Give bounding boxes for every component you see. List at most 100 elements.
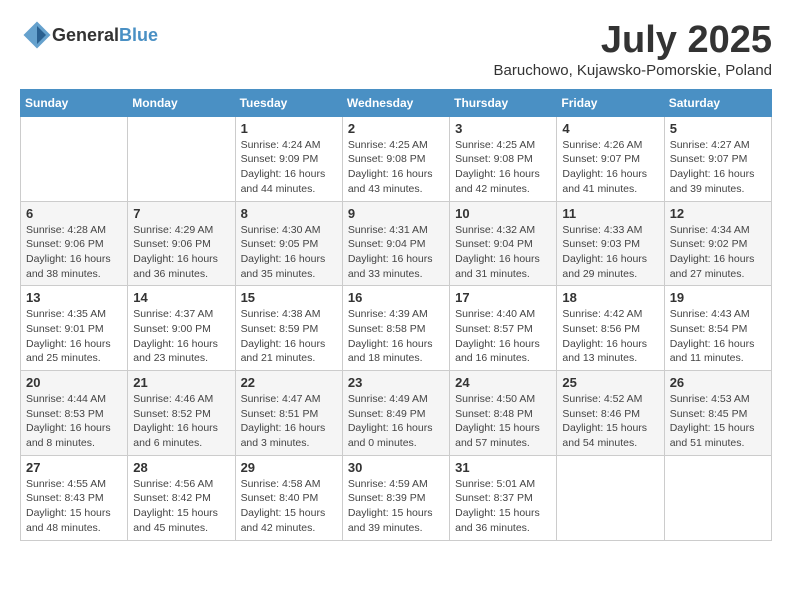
calendar-cell: 22 Sunrise: 4:47 AM Sunset: 8:51 PM Dayli… <box>235 371 342 456</box>
calendar-cell <box>128 116 235 201</box>
calendar-week-row: 20 Sunrise: 4:44 AM Sunset: 8:53 PM Dayli… <box>21 371 772 456</box>
calendar-week-row: 27 Sunrise: 4:55 AM Sunset: 8:43 PM Dayli… <box>21 455 772 540</box>
calendar-cell: 16 Sunrise: 4:39 AM Sunset: 8:58 PM Dayli… <box>342 286 449 371</box>
calendar-cell: 12 Sunrise: 4:34 AM Sunset: 9:02 PM Dayli… <box>664 201 771 286</box>
day-number: 10 <box>455 206 551 221</box>
calendar-cell: 6Sunrise: 4:28 AM Sunset: 9:06 PM Daylig… <box>21 201 128 286</box>
day-detail: Sunrise: 4:55 AM Sunset: 8:43 PM Dayligh… <box>26 477 122 536</box>
calendar-week-row: 1Sunrise: 4:24 AM Sunset: 9:09 PM Daylig… <box>21 116 772 201</box>
day-number: 25 <box>562 375 658 390</box>
calendar-cell: 9 Sunrise: 4:31 AM Sunset: 9:04 PM Daylig… <box>342 201 449 286</box>
day-of-week-header: Thursday <box>450 89 557 116</box>
day-detail: Sunrise: 4:53 AM Sunset: 8:45 PM Dayligh… <box>670 392 766 451</box>
day-number: 28 <box>133 460 229 475</box>
calendar-cell <box>557 455 664 540</box>
day-number: 27 <box>26 460 122 475</box>
calendar-cell: 31Sunrise: 5:01 AM Sunset: 8:37 PM Dayli… <box>450 455 557 540</box>
location-title: Baruchowo, Kujawsko-Pomorskie, Poland <box>494 62 772 79</box>
day-detail: Sunrise: 4:56 AM Sunset: 8:42 PM Dayligh… <box>133 477 229 536</box>
calendar-week-row: 6Sunrise: 4:28 AM Sunset: 9:06 PM Daylig… <box>21 201 772 286</box>
day-number: 7 <box>133 206 229 221</box>
day-detail: Sunrise: 4:34 AM Sunset: 9:02 PM Dayligh… <box>670 223 766 282</box>
day-detail: Sunrise: 4:24 AM Sunset: 9:09 PM Dayligh… <box>241 138 337 197</box>
day-detail: Sunrise: 4:32 AM Sunset: 9:04 PM Dayligh… <box>455 223 551 282</box>
day-detail: Sunrise: 4:44 AM Sunset: 8:53 PM Dayligh… <box>26 392 122 451</box>
day-of-week-header: Friday <box>557 89 664 116</box>
day-detail: Sunrise: 4:50 AM Sunset: 8:48 PM Dayligh… <box>455 392 551 451</box>
day-detail: Sunrise: 4:47 AM Sunset: 8:51 PM Dayligh… <box>241 392 337 451</box>
day-number: 15 <box>241 290 337 305</box>
day-number: 11 <box>562 206 658 221</box>
day-detail: Sunrise: 4:30 AM Sunset: 9:05 PM Dayligh… <box>241 223 337 282</box>
day-number: 12 <box>670 206 766 221</box>
day-number: 6 <box>26 206 122 221</box>
calendar-table: SundayMondayTuesdayWednesdayThursdayFrid… <box>20 89 772 541</box>
day-detail: Sunrise: 4:27 AM Sunset: 9:07 PM Dayligh… <box>670 138 766 197</box>
day-of-week-header: Monday <box>128 89 235 116</box>
calendar-cell <box>21 116 128 201</box>
logo-general-text: GeneralBlue <box>52 25 158 46</box>
page-header: GeneralBlue July 2025 Baruchowo, Kujawsk… <box>20 20 772 79</box>
calendar-cell: 3Sunrise: 4:25 AM Sunset: 9:08 PM Daylig… <box>450 116 557 201</box>
logo-icon <box>22 20 52 50</box>
day-number: 3 <box>455 121 551 136</box>
day-detail: Sunrise: 4:46 AM Sunset: 8:52 PM Dayligh… <box>133 392 229 451</box>
calendar-cell: 26 Sunrise: 4:53 AM Sunset: 8:45 PM Dayli… <box>664 371 771 456</box>
calendar-cell: 15 Sunrise: 4:38 AM Sunset: 8:59 PM Dayli… <box>235 286 342 371</box>
day-number: 4 <box>562 121 658 136</box>
calendar-cell: 24 Sunrise: 4:50 AM Sunset: 8:48 PM Dayli… <box>450 371 557 456</box>
calendar-cell: 14Sunrise: 4:37 AM Sunset: 9:00 PM Dayli… <box>128 286 235 371</box>
calendar-cell: 11 Sunrise: 4:33 AM Sunset: 9:03 PM Dayli… <box>557 201 664 286</box>
day-detail: Sunrise: 4:52 AM Sunset: 8:46 PM Dayligh… <box>562 392 658 451</box>
calendar-cell: 2Sunrise: 4:25 AM Sunset: 9:08 PM Daylig… <box>342 116 449 201</box>
calendar-week-row: 13Sunrise: 4:35 AM Sunset: 9:01 PM Dayli… <box>21 286 772 371</box>
day-detail: Sunrise: 4:42 AM Sunset: 8:56 PM Dayligh… <box>562 307 658 366</box>
day-number: 16 <box>348 290 444 305</box>
day-number: 23 <box>348 375 444 390</box>
day-of-week-header: Wednesday <box>342 89 449 116</box>
calendar-cell: 28 Sunrise: 4:56 AM Sunset: 8:42 PM Dayli… <box>128 455 235 540</box>
calendar-cell: 21Sunrise: 4:46 AM Sunset: 8:52 PM Dayli… <box>128 371 235 456</box>
day-detail: Sunrise: 4:31 AM Sunset: 9:04 PM Dayligh… <box>348 223 444 282</box>
day-of-week-header: Sunday <box>21 89 128 116</box>
day-number: 22 <box>241 375 337 390</box>
day-detail: Sunrise: 4:38 AM Sunset: 8:59 PM Dayligh… <box>241 307 337 366</box>
day-number: 26 <box>670 375 766 390</box>
day-detail: Sunrise: 4:37 AM Sunset: 9:00 PM Dayligh… <box>133 307 229 366</box>
day-detail: Sunrise: 4:29 AM Sunset: 9:06 PM Dayligh… <box>133 223 229 282</box>
calendar-cell: 1Sunrise: 4:24 AM Sunset: 9:09 PM Daylig… <box>235 116 342 201</box>
calendar-cell: 18 Sunrise: 4:42 AM Sunset: 8:56 PM Dayli… <box>557 286 664 371</box>
calendar-cell: 7 Sunrise: 4:29 AM Sunset: 9:06 PM Daylig… <box>128 201 235 286</box>
day-number: 29 <box>241 460 337 475</box>
day-of-week-header: Tuesday <box>235 89 342 116</box>
calendar-cell: 29 Sunrise: 4:58 AM Sunset: 8:40 PM Dayli… <box>235 455 342 540</box>
calendar-cell: 5 Sunrise: 4:27 AM Sunset: 9:07 PM Daylig… <box>664 116 771 201</box>
calendar-header-row: SundayMondayTuesdayWednesdayThursdayFrid… <box>21 89 772 116</box>
day-number: 9 <box>348 206 444 221</box>
calendar-cell: 10 Sunrise: 4:32 AM Sunset: 9:04 PM Dayli… <box>450 201 557 286</box>
day-detail: Sunrise: 4:26 AM Sunset: 9:07 PM Dayligh… <box>562 138 658 197</box>
calendar-cell: 19 Sunrise: 4:43 AM Sunset: 8:54 PM Dayli… <box>664 286 771 371</box>
day-detail: Sunrise: 4:43 AM Sunset: 8:54 PM Dayligh… <box>670 307 766 366</box>
day-detail: Sunrise: 4:39 AM Sunset: 8:58 PM Dayligh… <box>348 307 444 366</box>
day-detail: Sunrise: 4:33 AM Sunset: 9:03 PM Dayligh… <box>562 223 658 282</box>
day-number: 19 <box>670 290 766 305</box>
logo: GeneralBlue <box>20 20 158 50</box>
day-number: 24 <box>455 375 551 390</box>
calendar-cell <box>664 455 771 540</box>
month-title: July 2025 <box>494 20 772 62</box>
day-number: 20 <box>26 375 122 390</box>
day-number: 17 <box>455 290 551 305</box>
day-detail: Sunrise: 4:35 AM Sunset: 9:01 PM Dayligh… <box>26 307 122 366</box>
day-number: 5 <box>670 121 766 136</box>
day-of-week-header: Saturday <box>664 89 771 116</box>
day-number: 18 <box>562 290 658 305</box>
calendar-cell: 17Sunrise: 4:40 AM Sunset: 8:57 PM Dayli… <box>450 286 557 371</box>
calendar-cell: 30Sunrise: 4:59 AM Sunset: 8:39 PM Dayli… <box>342 455 449 540</box>
day-number: 31 <box>455 460 551 475</box>
calendar-cell: 25 Sunrise: 4:52 AM Sunset: 8:46 PM Dayli… <box>557 371 664 456</box>
title-section: July 2025 Baruchowo, Kujawsko-Pomorskie,… <box>494 20 772 79</box>
day-detail: Sunrise: 4:58 AM Sunset: 8:40 PM Dayligh… <box>241 477 337 536</box>
day-number: 30 <box>348 460 444 475</box>
calendar-cell: 13Sunrise: 4:35 AM Sunset: 9:01 PM Dayli… <box>21 286 128 371</box>
